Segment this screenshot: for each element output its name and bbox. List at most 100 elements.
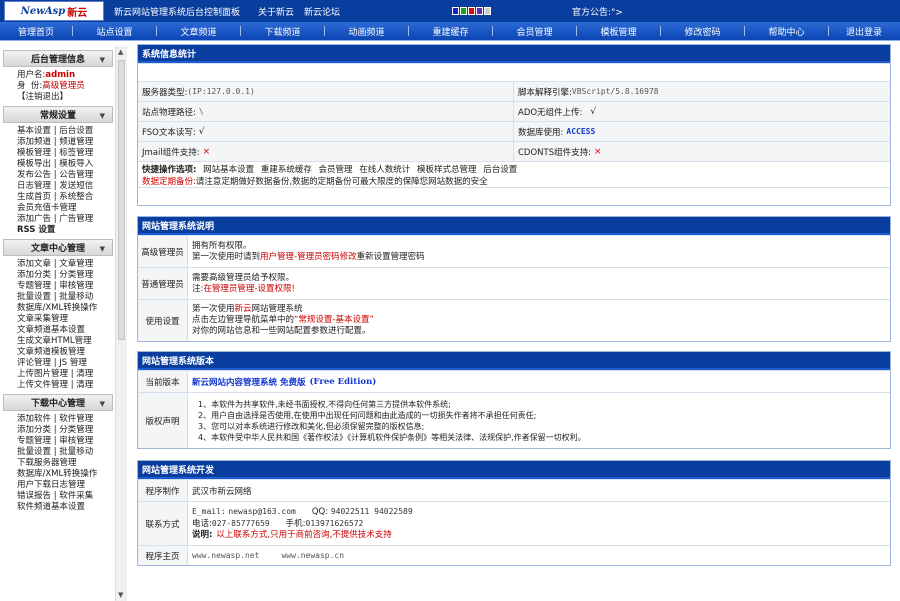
nav-rebuild-cache[interactable]: 重建缓存	[409, 25, 492, 38]
nav-members[interactable]: 会员管理	[493, 25, 576, 38]
desc-line: 拥有所有权限。	[192, 240, 252, 251]
email-value[interactable]: newasp@163.com	[228, 507, 295, 516]
sidebar-item[interactable]: 下载服务器管理	[17, 458, 127, 469]
nav-article-channel[interactable]: 文章频道	[157, 25, 240, 38]
role-value: 高级管理员	[42, 81, 85, 91]
sidebar-item[interactable]: 数据库/XML转换操作	[17, 469, 127, 480]
collapse-icon[interactable]: ▼	[100, 112, 105, 120]
theme-swatch[interactable]	[468, 7, 476, 15]
about-link[interactable]: 关于新云	[258, 5, 294, 18]
sidebar-item[interactable]: 文章频道模板管理	[17, 347, 127, 358]
sidebar-item[interactable]: 生成首页 | 系统整合	[17, 192, 127, 203]
sidebar-item[interactable]: 数据库/XML转换操作	[17, 303, 127, 314]
sidebar-header-downloads[interactable]: 下载中心管理 ▼	[3, 394, 113, 411]
logout-link[interactable]: 【注销退出】	[17, 92, 127, 103]
database-cell: 数据库使用: ACCESS	[514, 122, 599, 141]
copyright-line: 2、用户自由选择是否使用,在使用中出现任何问题和由此造成的一切损失作者将不承担任…	[198, 410, 537, 420]
sidebar-item[interactable]: 基本设置 | 后台设置	[17, 126, 127, 137]
nav-help[interactable]: 帮助中心	[745, 25, 828, 38]
homepage-link[interactable]: www.newasp.cn	[281, 551, 344, 560]
sidebar-item[interactable]: 添加分类 | 分类管理	[17, 270, 127, 281]
collapse-icon[interactable]: ▼	[100, 245, 105, 253]
sidebar-item[interactable]: 评论管理 | JS 管理	[17, 358, 127, 369]
sidebar-item[interactable]: 添加广告 | 广告管理	[17, 214, 127, 225]
mobile-value: 013971626572	[305, 519, 364, 528]
desc-link[interactable]: “常规设置-基本设置”	[294, 315, 374, 325]
sidebar-item[interactable]: 添加软件 | 软件管理	[17, 414, 127, 425]
sidebar-item[interactable]: 批量设置 | 批量移动	[17, 292, 127, 303]
sidebar-item[interactable]: 上传图片管理 | 清理	[17, 369, 127, 380]
maker-row: 程序制作 武汉市新云网络	[138, 479, 890, 501]
note-label: 说明:	[192, 530, 213, 540]
theme-swatch[interactable]	[452, 7, 460, 15]
sidebar-header-general[interactable]: 常规设置 ▼	[3, 106, 113, 123]
copyright-row: 版权声明 1、本软件为共享软件,未经书面授权,不得向任何第三方提供本软件系统; …	[138, 392, 890, 448]
sidebar-item[interactable]: 添加频道 | 频道管理	[17, 137, 127, 148]
row-label: 联系方式	[138, 502, 188, 545]
desc-text: 重新设置管理密码	[356, 251, 425, 262]
desc-link[interactable]: 用户管理-管理员密码修改	[260, 252, 357, 262]
backup-notice: 数据定期备份:请注意定期做好数据备份,数据的定期备份可最大限度的保障您网站数据的…	[142, 175, 890, 187]
quick-link[interactable]: 网站基本设置	[203, 165, 254, 175]
sidebar-item[interactable]: 模板导出 | 模板导入	[17, 159, 127, 170]
phone-value: 027-85777659	[211, 519, 270, 528]
quick-link[interactable]: 后台设置	[483, 165, 517, 175]
username-row: 用户名:admin	[17, 70, 127, 81]
nav-home[interactable]: 管理首页	[0, 25, 72, 38]
sidebar-item[interactable]: 专题管理 | 审核管理	[17, 281, 127, 292]
scroll-down-icon[interactable]: ▼	[118, 591, 123, 599]
nav-logout[interactable]: 退出登录	[829, 25, 899, 38]
sidebar-item[interactable]: 会员充值卡管理	[17, 203, 127, 214]
homepage-link[interactable]: www.newasp.net	[192, 551, 259, 560]
server-type-cell: 服务器类型: (IP:127.0.0.1)	[138, 82, 514, 101]
backup-label: 数据定期备份:	[142, 176, 196, 187]
version-edition: (Free Edition)	[309, 376, 377, 387]
sidebar-item[interactable]: 文章频道基本设置	[17, 325, 127, 336]
sidebar-item[interactable]: 批量设置 | 批量移动	[17, 447, 127, 458]
path-value: \	[198, 107, 204, 116]
desc-line: 第一次使用新云网站管理系统	[192, 304, 303, 315]
desc-link[interactable]: 在管理员管理-设置权限!	[203, 284, 294, 294]
sidebar-item[interactable]: 发布公告 | 公告管理	[17, 170, 127, 181]
nav-flash-channel[interactable]: 动画频道	[325, 25, 408, 38]
theme-swatch[interactable]	[484, 7, 492, 15]
theme-swatch[interactable]	[476, 7, 484, 15]
quick-links: 快捷操作选项: 网站基本设置 重建系统缓存 会员管理 在线人数统计 模板样式总管…	[142, 163, 890, 175]
sidebar-item[interactable]: 模板管理 | 标签管理	[17, 148, 127, 159]
sidebar-item[interactable]: 日志管理 | 发送短信	[17, 181, 127, 192]
sidebar-item[interactable]: 生成文章HTML管理	[17, 336, 127, 347]
sidebar-header-admin-info[interactable]: 后台管理信息 ▼	[3, 50, 113, 67]
role-row: 高级管理员 拥有所有权限。 第一次使用时请到用户管理-管理员密码修改重新设置管理…	[138, 235, 890, 267]
nav-download-channel[interactable]: 下载频道	[241, 25, 324, 38]
sidebar-item[interactable]: 文章采集管理	[17, 314, 127, 325]
sidebar-scrollbar[interactable]: ▲ ▼	[115, 46, 127, 601]
row-value: www.newasp.net www.newasp.cn	[188, 546, 890, 565]
sidebar-item[interactable]: 软件频道基本设置	[17, 502, 127, 513]
sidebar-item[interactable]: 错误报告 | 软件采集	[17, 491, 127, 502]
scroll-up-icon[interactable]: ▲	[118, 48, 123, 56]
role-row: 使用设置 第一次使用新云网站管理系统 点击左边管理导航菜单中的“常规设置-基本设…	[138, 299, 890, 341]
collapse-icon[interactable]: ▼	[100, 400, 105, 408]
quick-link[interactable]: 模板样式总管理	[417, 165, 477, 175]
desc-highlight: 新云	[234, 304, 252, 314]
email-label: E_mail:	[192, 507, 226, 516]
quick-link[interactable]: 重建系统缓存	[261, 165, 312, 175]
sidebar-header-articles[interactable]: 文章中心管理 ▼	[3, 239, 113, 256]
sidebar-item[interactable]: 添加文章 | 文章管理	[17, 259, 127, 270]
sidebar-item[interactable]: 添加分类 | 分类管理	[17, 425, 127, 436]
theme-swatch[interactable]	[460, 7, 468, 15]
collapse-icon[interactable]: ▼	[100, 56, 105, 64]
sidebar-item[interactable]: 用户下载日志管理	[17, 480, 127, 491]
sidebar-item[interactable]: 专题管理 | 审核管理	[17, 436, 127, 447]
scrollbar-thumb[interactable]	[118, 60, 125, 340]
nav-site-settings[interactable]: 站点设置	[73, 25, 156, 38]
sidebar-item[interactable]: 上传文件管理 | 清理	[17, 380, 127, 391]
desc-line: 对你的网站信息和一些网站配置参数进行配置。	[192, 326, 371, 336]
sidebar-item[interactable]: RSS 设置	[17, 225, 127, 236]
forum-link[interactable]: 新云论坛	[304, 5, 340, 18]
nav-templates[interactable]: 模板管理	[577, 25, 660, 38]
quick-link[interactable]: 会员管理	[319, 165, 353, 175]
quick-link[interactable]: 在线人数统计	[359, 165, 410, 175]
cdonts-label: CDONTS组件支持:	[518, 147, 591, 158]
nav-change-password[interactable]: 修改密码	[661, 25, 744, 38]
